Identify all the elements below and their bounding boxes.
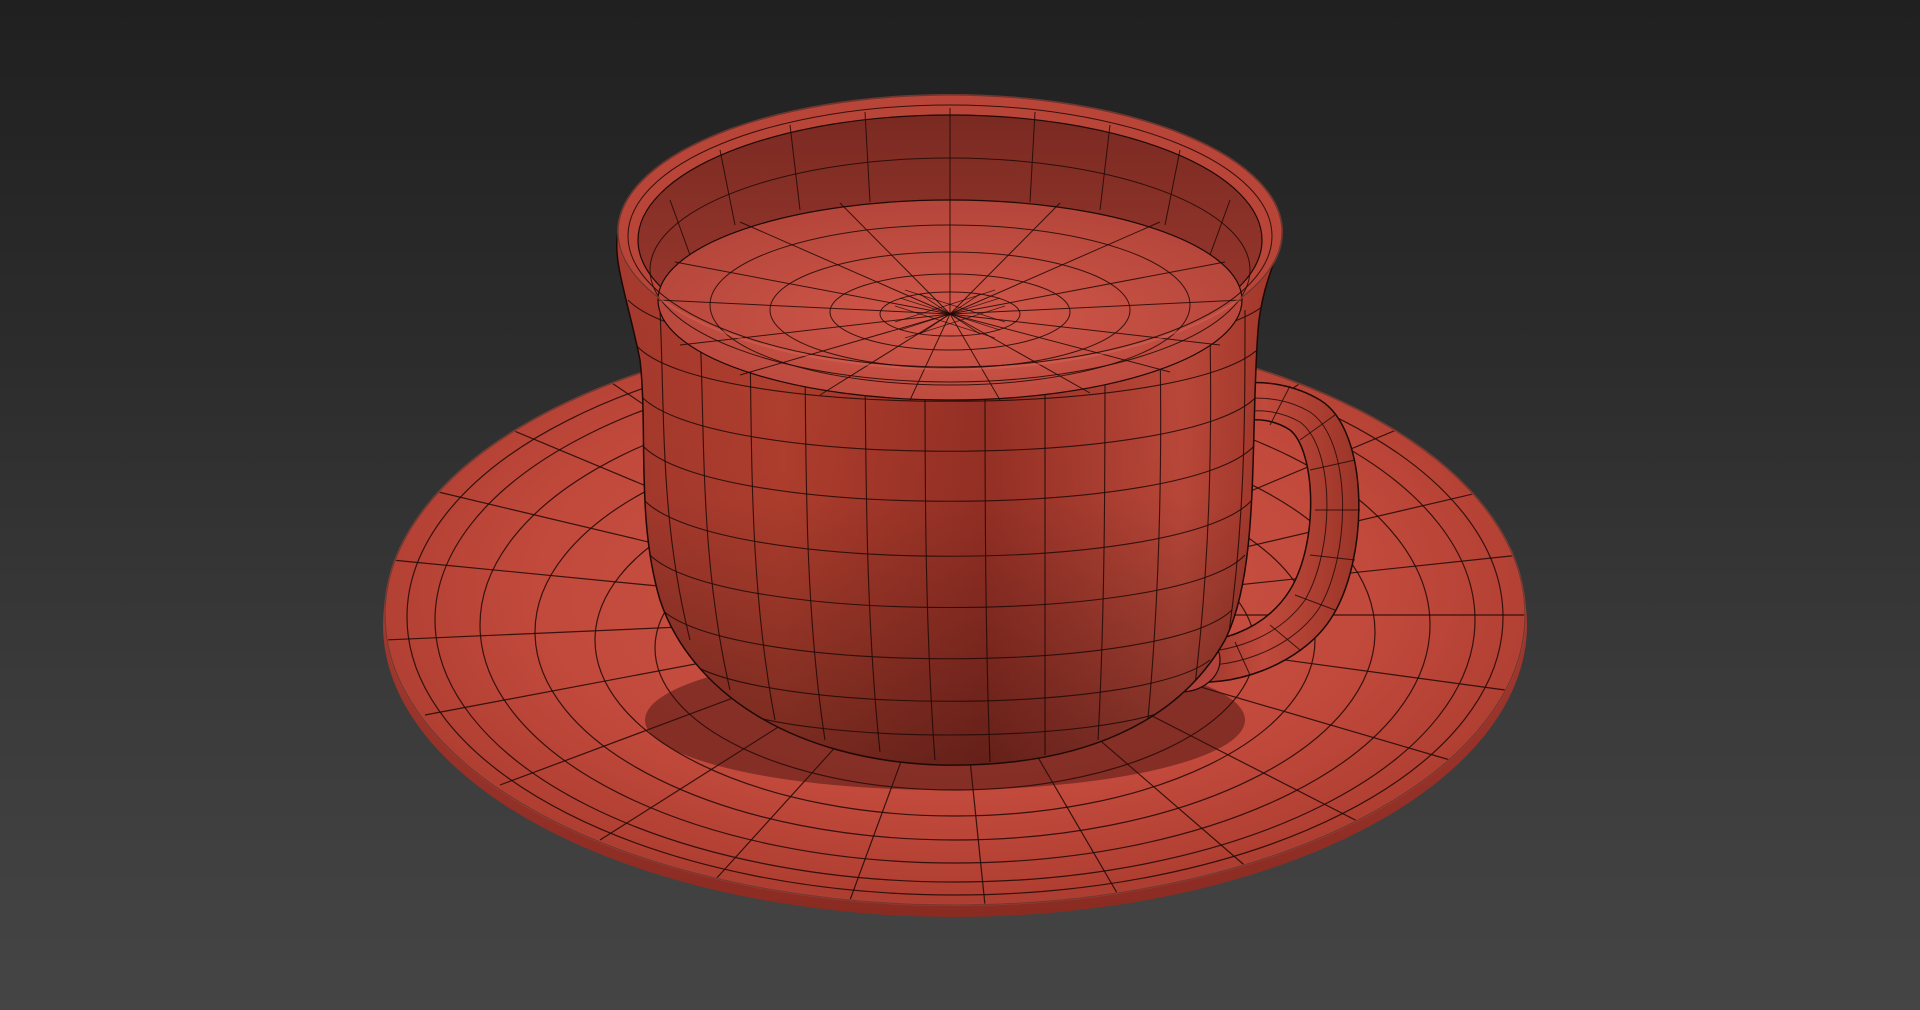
scene-canvas[interactable] [0,0,1920,1010]
3d-viewport[interactable] [0,0,1920,1010]
cup-interior[interactable] [617,94,1283,401]
